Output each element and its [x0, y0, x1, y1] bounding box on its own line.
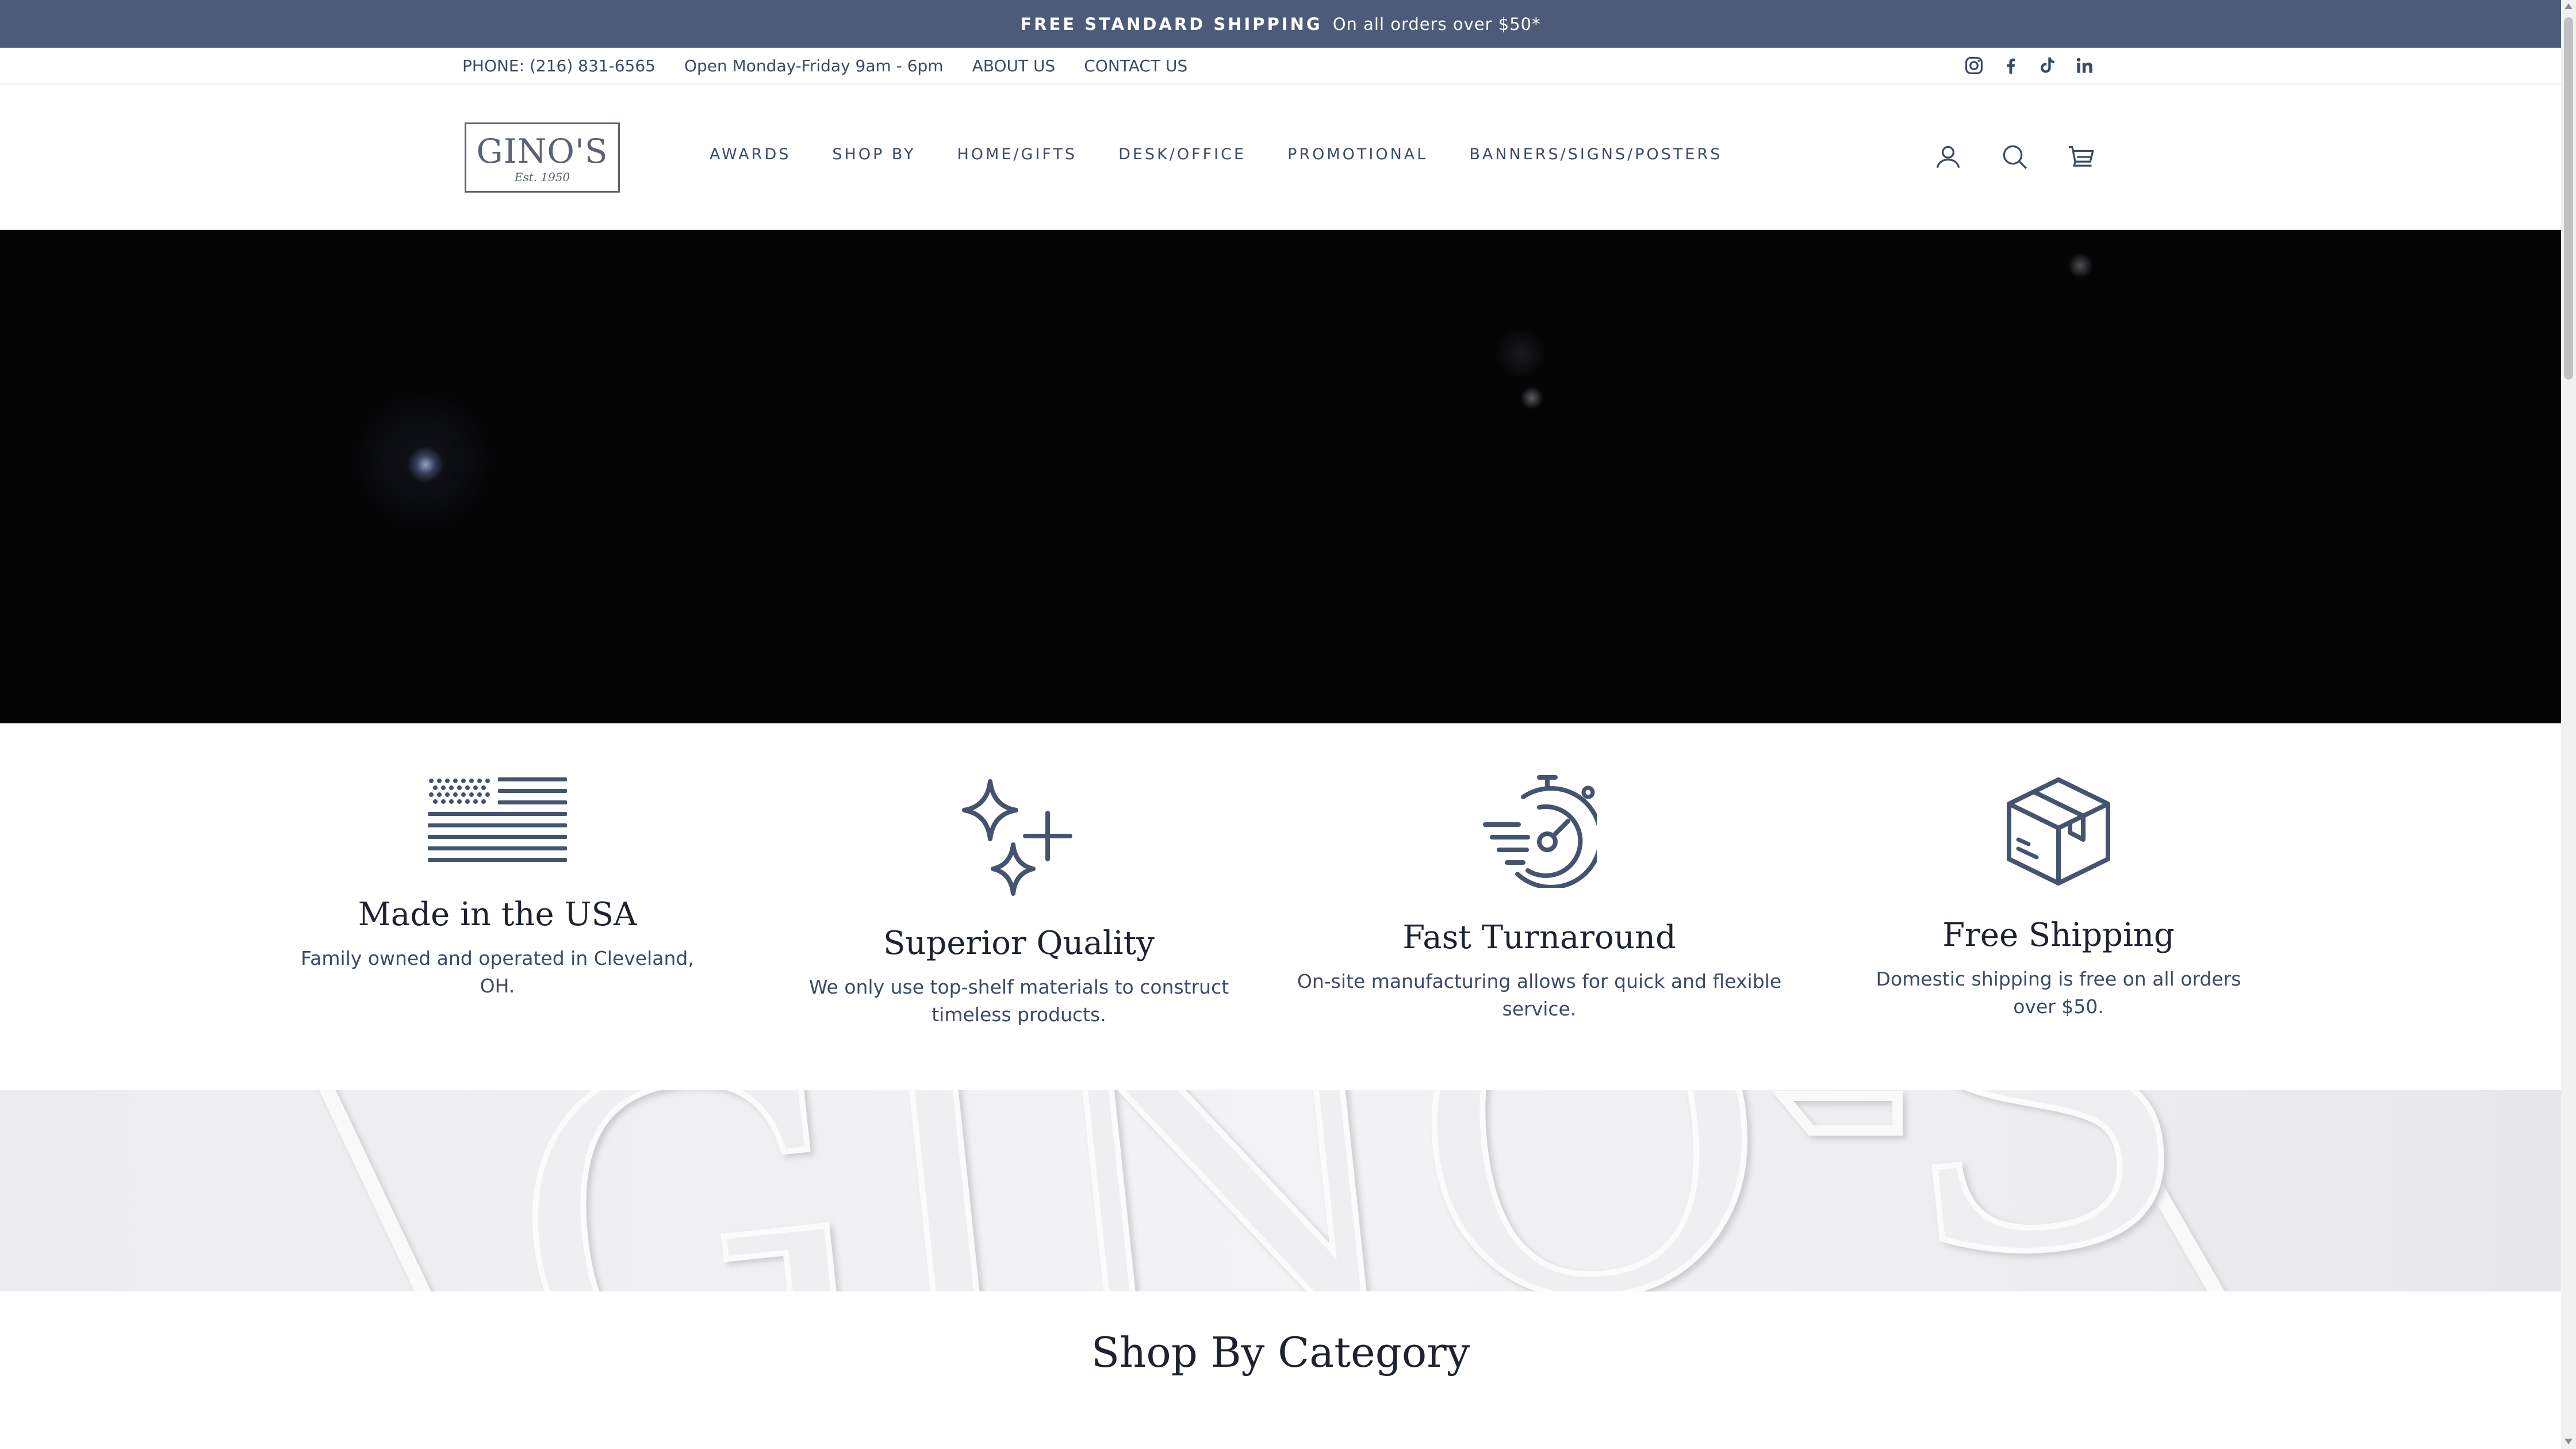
scrollbar-thumb[interactable] [2564, 17, 2573, 379]
feature-title: Made in the USA [358, 896, 637, 933]
contact-us-link[interactable]: CONTACT US [1084, 56, 1187, 75]
header-icons [1932, 141, 2098, 173]
hours-text: Open Monday-Friday 9am - 6pm [684, 56, 944, 75]
scroll-up-icon[interactable] [2564, 3, 2573, 9]
cart-icon[interactable] [2065, 141, 2098, 173]
shop-by-category-title: Shop By Category [1091, 1328, 1470, 1377]
social-links [1963, 55, 2095, 76]
tiktok-icon[interactable] [2037, 55, 2058, 76]
site-logo[interactable]: GINO'S Est. 1950 [465, 122, 620, 193]
nav-awards[interactable]: AWARDS [710, 145, 791, 163]
announcement-text: On all orders over $50* [1332, 14, 1541, 34]
utility-bar: PHONE: (216) 831-6565 Open Monday-Friday… [0, 48, 2561, 85]
feature-text: Domestic shipping is free on all orders … [1876, 968, 2241, 1018]
search-icon[interactable] [1999, 141, 2031, 173]
feature-title: Superior Quality [883, 925, 1155, 962]
hero-light [1520, 386, 1543, 409]
logo-name: GINO'S [476, 132, 608, 171]
feature-fast-turnaround: Fast Turnaround On-site manufacturing al… [1294, 723, 1785, 1023]
announcement-strong: FREE STANDARD SHIPPING [1020, 14, 1322, 34]
feature-made-in-usa: Made in the USA Family owned and operate… [293, 723, 702, 1000]
feature-title: Fast Turnaround [1402, 919, 1676, 956]
scroll-down-icon[interactable] [2564, 1439, 2573, 1444]
announcement-bar: FREE STANDARD SHIPPING On all orders ove… [0, 0, 2561, 48]
flag-icon [428, 777, 567, 862]
feature-text: We only use top-shelf materials to const… [808, 976, 1229, 1026]
hero-banner[interactable] [0, 230, 2561, 723]
watermark-art: GINO'S [319, 1090, 2225, 1291]
nav-promotional[interactable]: PROMOTIONAL [1287, 145, 1428, 163]
feature-superior-quality: Superior Quality We only use top-shelf m… [799, 723, 1239, 1029]
box-icon [2007, 777, 2110, 885]
feature-title: Free Shipping [1942, 917, 2175, 954]
nav-banners-signs-posters[interactable]: BANNERS/SIGNS/POSTERS [1469, 145, 1722, 163]
feature-text: On-site manufacturing allows for quick a… [1297, 970, 1782, 1020]
feature-free-shipping: Free Shipping Domestic shipping is free … [1857, 723, 2260, 1021]
feature-text: Family owned and operated in Cleveland, … [301, 947, 694, 997]
stopwatch-icon [1483, 775, 1597, 888]
nav-home-gifts[interactable]: HOME/GIFTS [957, 145, 1077, 163]
user-icon[interactable] [1932, 141, 1964, 173]
phone-link[interactable]: PHONE: (216) 831-6565 [462, 56, 656, 75]
hero-light [337, 374, 509, 546]
hero-light [2068, 253, 2093, 278]
nav-shop-by[interactable]: SHOP BY [832, 145, 915, 163]
features-section: Made in the USA Family owned and operate… [0, 723, 2561, 1090]
site-header: GINO'S Est. 1950 AWARDS SHOP BY HOME/GIF… [0, 85, 2561, 230]
facebook-icon[interactable] [2000, 55, 2022, 76]
utility-links: PHONE: (216) 831-6565 Open Monday-Friday… [462, 56, 1187, 75]
watermark-text: GINO'S [486, 1090, 2212, 1291]
main-nav: AWARDS SHOP BY HOME/GIFTS DESK/OFFICE PR… [710, 145, 1722, 163]
logo-est: Est. 1950 [514, 170, 570, 184]
about-us-link[interactable]: ABOUT US [972, 56, 1056, 75]
nav-desk-office[interactable]: DESK/OFFICE [1118, 145, 1246, 163]
sparkle-icon [962, 779, 1072, 896]
instagram-icon[interactable] [1963, 55, 1985, 76]
page-scrollbar[interactable] [2561, 0, 2576, 1449]
linkedin-icon[interactable] [2073, 55, 2095, 76]
hero-light [1495, 328, 1547, 379]
logo-watermark-band: GINO'S [0, 1090, 2561, 1291]
